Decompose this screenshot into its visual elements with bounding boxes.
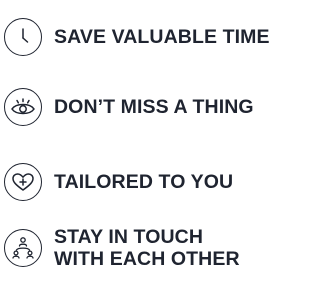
feature-save-time: SAVE VALUABLE TIME [4, 18, 270, 56]
feature-list: SAVE VALUABLE TIME DON’T MISS A THING TA… [0, 0, 335, 286]
feature-label: DON’T MISS A THING [54, 95, 254, 118]
feature-label: STAY IN TOUCH WITH EACH OTHER [54, 226, 240, 270]
people-network-icon [4, 229, 42, 267]
feature-tailored: TAILORED TO YOU [4, 163, 233, 201]
eye-icon [4, 88, 42, 126]
feature-label: TAILORED TO YOU [54, 170, 234, 193]
clock-icon [4, 18, 42, 56]
feature-stay-in-touch: STAY IN TOUCH WITH EACH OTHER [4, 226, 240, 270]
heart-plus-icon [4, 163, 42, 201]
feature-label-line-2: WITH EACH OTHER [54, 248, 240, 270]
feature-dont-miss: DON’T MISS A THING [4, 88, 254, 126]
feature-label: SAVE VALUABLE TIME [54, 25, 270, 48]
feature-label-line-1: STAY IN TOUCH [54, 226, 204, 248]
